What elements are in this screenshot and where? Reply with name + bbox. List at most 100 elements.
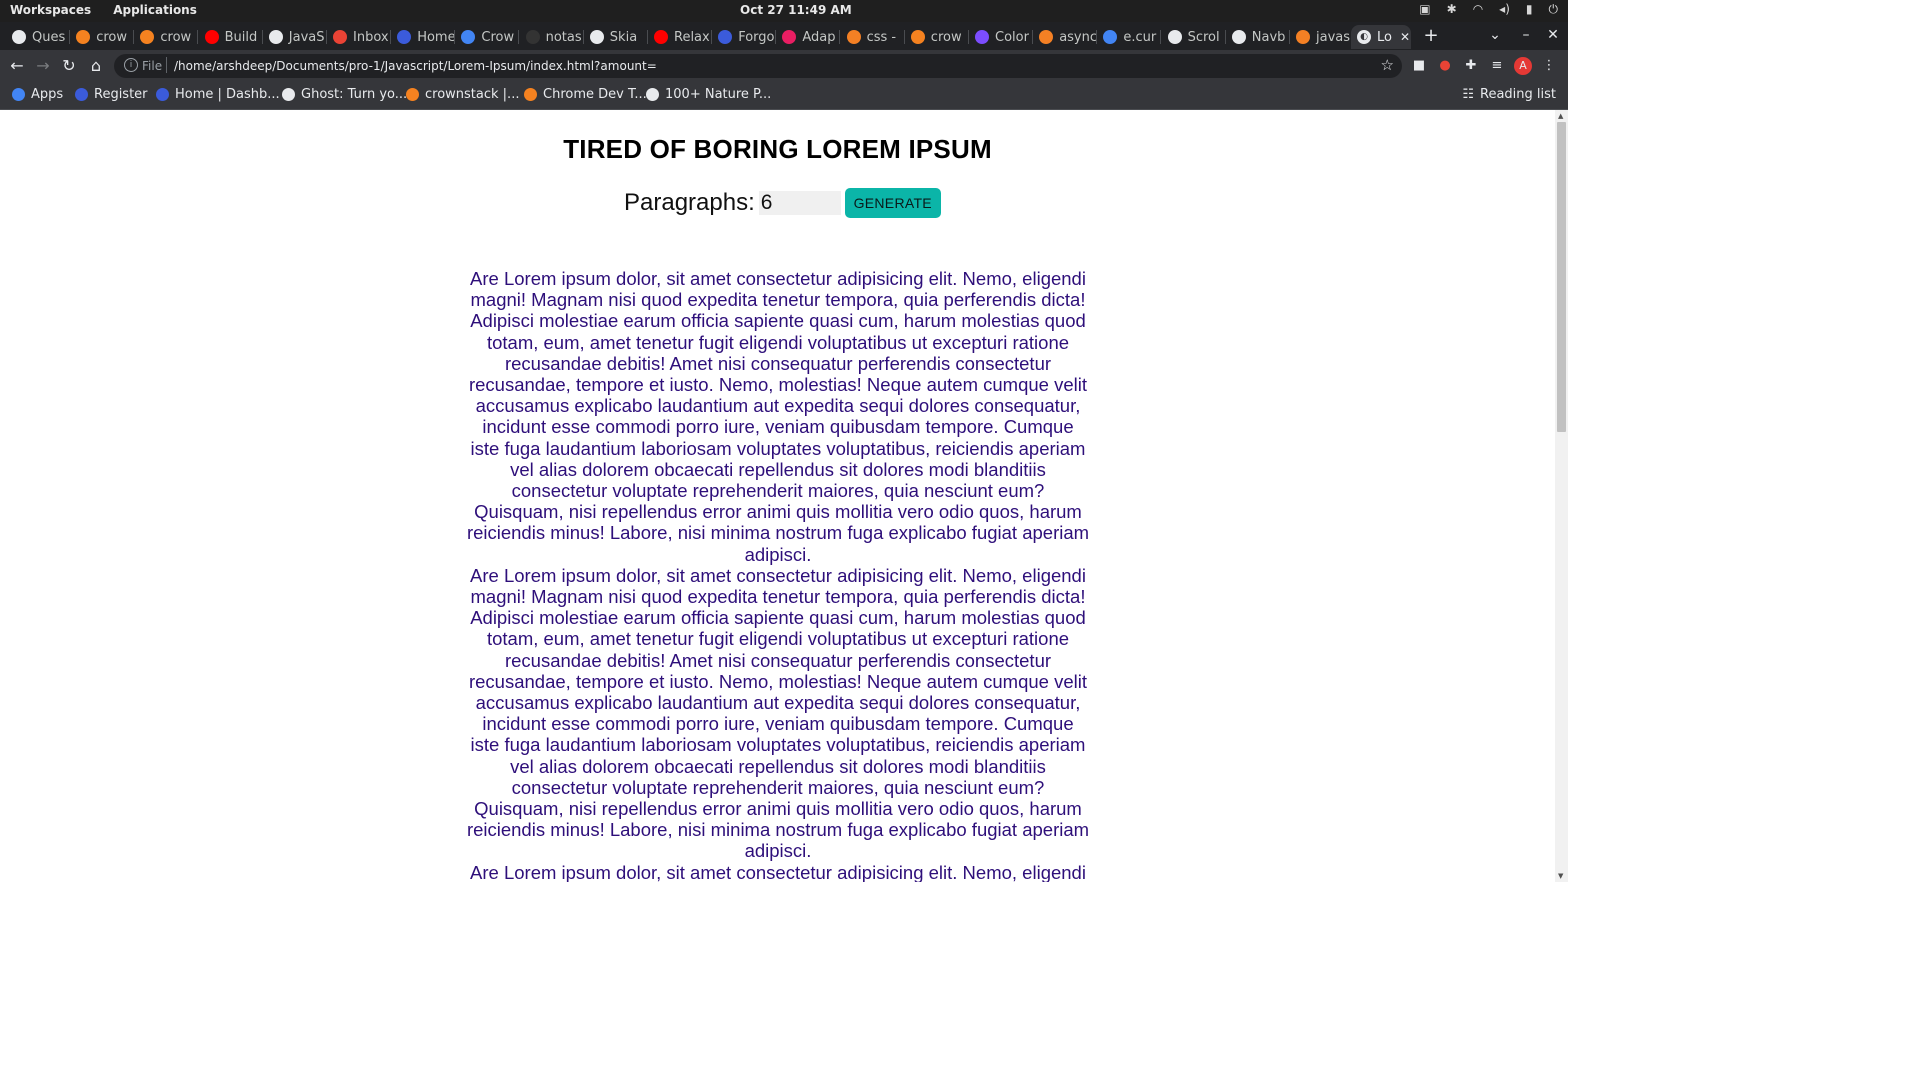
bookmark-item[interactable]: Register (75, 87, 148, 102)
profile-avatar[interactable]: A (1514, 57, 1532, 75)
browser-tab[interactable]: Relax (648, 25, 712, 49)
tab-favicon-icon (333, 30, 347, 44)
paragraphs-amount-input[interactable] (758, 191, 841, 215)
tab-label: Forgo (738, 29, 775, 45)
url-text[interactable]: /home/arshdeep/Documents/pro-1/Javascrip… (174, 59, 657, 73)
scroll-down-icon[interactable]: ▼ (1558, 872, 1563, 880)
bookmark-item[interactable]: Apps (12, 87, 63, 102)
browser-tab[interactable]: Forgo (712, 25, 777, 49)
browser-tab[interactable]: Skia (584, 25, 648, 49)
forward-icon[interactable]: → (32, 55, 54, 77)
tab-label: crow (930, 29, 962, 45)
browser-tab[interactable]: javas (1290, 25, 1354, 49)
lorem-form: Paragraphs: GENERATE (624, 188, 941, 218)
bookmark-label: Chrome Dev T... (543, 87, 647, 102)
bookmark-star-icon[interactable]: ☆ (1381, 56, 1394, 74)
tab-favicon-icon (1103, 30, 1118, 44)
bookmark-item[interactable]: Chrome Dev T... (524, 87, 647, 102)
bookmark-label: 100+ Nature P... (665, 87, 772, 102)
browser-tab[interactable]: Build (199, 25, 263, 49)
browser-tab[interactable]: async (1033, 25, 1098, 49)
applications-menu[interactable]: Applications (113, 3, 197, 17)
scroll-up-icon[interactable]: ▲ (1558, 112, 1563, 120)
home-icon[interactable]: ⌂ (85, 55, 107, 77)
scrollbar-thumb[interactable] (1557, 122, 1566, 432)
browser-tab[interactable]: Adap (776, 25, 841, 49)
tab-favicon-icon (76, 30, 91, 44)
system-clock[interactable]: Oct 27 11:49 AM (740, 3, 852, 17)
bookmark-favicon-icon (12, 88, 25, 101)
lorem-paragraph: Are Lorem ipsum dolor, sit amet consecte… (466, 564, 1090, 862)
browser-tab[interactable]: Color (969, 25, 1033, 49)
browser-tab[interactable]: notas (520, 25, 584, 49)
page-scrollbar[interactable]: ▲ ▼ (1555, 110, 1568, 882)
back-icon[interactable]: ← (6, 55, 28, 77)
tab-label: e.cur (1123, 29, 1157, 45)
bookmark-item[interactable]: crownstack |... (406, 87, 519, 102)
tab-favicon-icon (589, 30, 604, 44)
minimize-icon[interactable]: – (1515, 27, 1537, 43)
browser-tab[interactable]: Navb (1226, 25, 1290, 49)
tab-label: Adap (802, 29, 836, 45)
workspaces-menu[interactable]: Workspaces (10, 3, 91, 17)
generate-button[interactable]: GENERATE (844, 188, 941, 218)
power-icon[interactable]: ⏻ (1549, 2, 1559, 17)
reload-icon[interactable]: ↻ (58, 55, 80, 77)
tab-label: Lo (1377, 29, 1392, 45)
browser-tab[interactable]: css - (841, 25, 905, 49)
url-divider (166, 57, 167, 73)
reading-list-label: Reading list (1480, 87, 1556, 102)
browser-tab[interactable]: Scrol (1162, 25, 1226, 49)
wifi-icon[interactable]: ◠ (1473, 2, 1483, 17)
browser-tab[interactable]: Inbox (327, 25, 391, 49)
tab-favicon-icon (1231, 30, 1246, 44)
browser-tab[interactable]: Ques (6, 25, 70, 49)
browser-toolbar: ← → ↻ ⌂ i File /home/arshdeep/Documents/… (0, 50, 1568, 82)
slack-icon[interactable]: ✱ (1447, 2, 1457, 17)
bookmark-label: Apps (31, 87, 64, 102)
bookmark-item[interactable]: Home | Dashb... (156, 87, 280, 102)
display-icon[interactable]: ▣ (1419, 2, 1430, 17)
tab-label: crow (96, 29, 127, 45)
page-title: TIRED OF BORING LOREM IPSUM (563, 134, 992, 164)
address-bar[interactable]: i File /home/arshdeep/Documents/pro-1/Ja… (114, 54, 1402, 78)
bookmark-favicon-icon (646, 88, 659, 101)
tab-favicon-icon (1296, 30, 1310, 44)
extensions-puzzle-icon[interactable]: ✚ (1462, 57, 1480, 75)
tab-label: Color (995, 29, 1029, 45)
browser-tab[interactable]: JavaS (263, 25, 327, 49)
tab-label: Scrol (1187, 29, 1220, 45)
bookmarks-bar: Apps Register Home | Dashb... Ghost: Turn y… (0, 82, 1568, 110)
tab-search-icon[interactable]: ⌄ (1484, 27, 1506, 43)
tab-favicon-icon (397, 30, 412, 44)
bookmark-item[interactable]: Ghost: Turn yo... (282, 87, 407, 102)
menu-kebab-icon[interactable]: ⋮ (1540, 57, 1558, 75)
browser-tab[interactable]: e.cur (1097, 25, 1162, 49)
tab-favicon-icon (140, 30, 155, 44)
reading-list-button[interactable]: ☷ Reading list (1462, 87, 1556, 102)
tab-active[interactable]: ◐ Lo ✕ (1351, 25, 1411, 49)
browser-tab[interactable]: crow (70, 25, 135, 49)
close-window-icon[interactable]: ✕ (1542, 27, 1564, 43)
media-queue-icon[interactable]: ≡ (1488, 57, 1506, 75)
browser-tab[interactable]: Home (391, 25, 456, 49)
tab-favicon-icon (1167, 30, 1182, 44)
browser-tab[interactable]: Crow (455, 25, 520, 49)
browser-tab[interactable]: crow (905, 25, 969, 49)
tab-label: notas (545, 29, 582, 45)
tab-label: Inbox (353, 29, 389, 45)
bookmark-label: Home | Dashb... (175, 87, 280, 102)
close-tab-icon[interactable]: ✕ (1400, 30, 1410, 44)
browser-tab[interactable]: crow (134, 25, 199, 49)
tab-label: Home (417, 29, 456, 45)
tab-label: Relax (674, 29, 710, 45)
battery-icon[interactable]: ▮ (1526, 2, 1533, 17)
new-tab-button[interactable]: + (1420, 27, 1442, 47)
extension-red-icon[interactable]: ● (1436, 57, 1454, 75)
bookmark-item[interactable]: 100+ Nature P... (646, 87, 771, 102)
tab-label: Build (224, 29, 258, 45)
extension-square-icon[interactable]: ■ (1410, 57, 1428, 75)
tab-favicon-icon (782, 30, 797, 44)
volume-icon[interactable]: ◂) (1499, 2, 1510, 17)
site-info-icon[interactable]: i (124, 58, 138, 72)
